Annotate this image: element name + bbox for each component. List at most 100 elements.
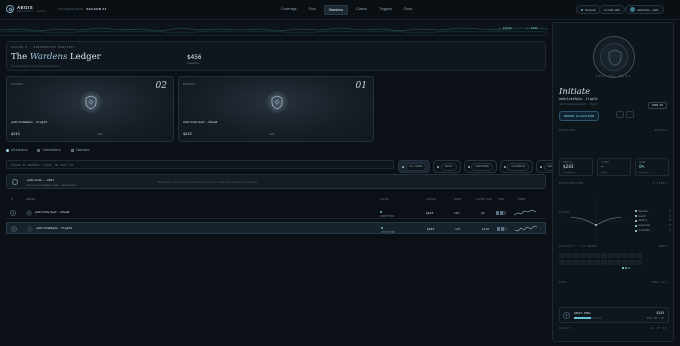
status-dot-icon	[380, 211, 382, 213]
ticker-value: + $2946	[499, 26, 512, 30]
kpi-share: SHARE 0% of reserve	[635, 158, 669, 176]
nav-docs[interactable]: Docs	[400, 5, 416, 15]
share-icon[interactable]	[626, 111, 634, 118]
col-claims-paid[interactable]: CLAIMS PAID	[476, 198, 492, 201]
table-row-selected[interactable]: 2 addr1x4e9q2x..tlqp7d — CERTIFIED $243 …	[6, 222, 546, 234]
section-vaults: VAULTS	[559, 327, 572, 330]
your-position-banner[interactable]: addr1x4e...e9d1 Not yet on the Warden Le…	[6, 174, 546, 189]
table-row[interactable]: 1 addr1x9vrpaf..k5wo0 — CERTIFIED $413 1…	[6, 207, 546, 219]
row-address: addr1x4e9q2x..tlqp7d	[36, 226, 73, 230]
tier-bars-icon	[497, 226, 507, 231]
nav-wardens[interactable]: Wardens	[323, 5, 349, 15]
ticker-value: + $48k	[527, 26, 538, 30]
nav-claims[interactable]: Claims	[352, 5, 371, 15]
emblem-caption: SEA TO REST	[595, 74, 633, 78]
section-activity-right[interactable]: WEEK	[659, 245, 667, 248]
filter-dot-icon	[467, 165, 470, 168]
tab-claimants[interactable]: Claimants	[70, 148, 90, 152]
trend-sparkline	[514, 209, 536, 216]
banner-hint: Add liquidity to the reserve pool to bec…	[157, 181, 259, 184]
balance-pill[interactable]: 10,000 AEG	[599, 5, 626, 14]
row-sub: —	[36, 230, 39, 233]
row-expand-chevron-icon[interactable]: ›	[540, 226, 541, 230]
col-trend: TREND	[518, 198, 526, 201]
distribution-chart	[563, 197, 629, 245]
hero-eyebrow: SEASON 2 · UNDERWRITER RANKINGS	[11, 46, 75, 49]
col-capital[interactable]: CAPITAL	[426, 198, 436, 201]
col-tier: TIER	[498, 198, 504, 201]
row-rank: 1	[10, 210, 16, 216]
row-sub: —	[35, 214, 38, 217]
filter-dot-icon	[437, 165, 440, 168]
rank-badge: RANK #2	[648, 102, 667, 109]
network-dot-icon	[581, 8, 583, 11]
user-icon	[12, 179, 18, 185]
filter-all-tiers[interactable]: ALL TIERS	[398, 160, 431, 173]
col-status[interactable]: STATUS	[380, 198, 389, 201]
copy-icon[interactable]	[616, 111, 624, 118]
section-position: POSITION	[559, 129, 576, 132]
brand-sub: PROTOCOL · VAULT	[17, 10, 46, 13]
card-address: addr1x4e9q2x..tlqp7d	[11, 120, 48, 124]
status-badge: CERTIFIED	[381, 227, 395, 234]
activity-heatmap	[559, 253, 642, 269]
card-label: WARDEN	[183, 83, 196, 86]
tab-underwriters[interactable]: Underwriters	[37, 148, 61, 152]
col-warden[interactable]: WARDEN	[26, 198, 35, 201]
filter-dot-icon	[503, 165, 506, 168]
card-share: 12%	[269, 132, 275, 136]
emblem-ring	[600, 43, 628, 71]
chart-point-label: Initiate	[559, 211, 570, 214]
banner-meta: Not yet on the Warden Ledger · allocate …	[27, 184, 77, 187]
tab-dot-icon	[70, 148, 74, 152]
pool-name: AEGIS POOL	[574, 311, 591, 315]
warden-detail-panel: SEA TO REST Initiate addr1x4e9q2x..tlqp7…	[552, 22, 674, 342]
row-share: 12%	[454, 211, 460, 215]
card-rank: 02	[155, 81, 167, 91]
pool-item[interactable]: A AEGIS POOL $243 POOL FEE 1.2%	[559, 307, 669, 323]
network-pill[interactable]: Network	[576, 5, 602, 14]
pool-progress	[574, 317, 602, 319]
activity-ticker: + $2946 + $48k	[0, 22, 548, 36]
warden-podium-card[interactable]: WARDEN 02 addr1x4e9q2x..tlqp7d $243 12%	[6, 76, 174, 142]
row-claims-paid: $0	[481, 211, 485, 215]
pool-fee: POOL FEE 1.2%	[646, 317, 664, 320]
wallet-button[interactable]: addr1a4e...e9d1	[625, 5, 664, 14]
season-indicator: GOVERNANCE SEASON 01	[58, 7, 107, 11]
status-badge: CERTIFIED	[380, 211, 394, 218]
nav-coverage[interactable]: Coverage	[277, 5, 301, 15]
table-header: # WARDEN STATUS CAPITAL SHARE CLAIMS PAI…	[6, 198, 546, 204]
row-address: addr1x9vrpaf..k5wo0	[35, 210, 70, 214]
col-rank: #	[11, 198, 13, 201]
wallet-avatar	[630, 7, 635, 12]
pool-icon: A	[563, 312, 570, 319]
detail-address: addr1x4e9q2x..tlqp7d	[559, 97, 598, 101]
legend-item: Initiate 1	[635, 228, 675, 233]
card-address: addr1x9vrpaf..k5wo0	[183, 120, 218, 124]
avatar	[27, 226, 33, 232]
section-distribution-right: 5 TIERS	[652, 182, 667, 185]
brand[interactable]: AEGIS PROTOCOL · VAULT	[6, 5, 46, 13]
filter-dot-icon	[402, 165, 404, 168]
tab-dot-icon	[6, 148, 9, 152]
nav-pool[interactable]: Pool	[305, 5, 320, 15]
card-capital: $413	[183, 132, 192, 136]
filter-guardian[interactable]: GUARDIAN	[499, 160, 533, 173]
section-activity: ACTIVITY · 12 WEEKS	[559, 245, 598, 248]
shield-emblem-icon	[266, 91, 288, 113]
search-input[interactable]: SEARCH BY ADDRESS, STAKE, OR VAULT ID	[6, 160, 394, 169]
filter-dot-icon	[540, 165, 542, 168]
warden-podium-card[interactable]: WARDEN 01 addr1x9vrpaf..k5wo0 $413 12%	[178, 76, 374, 142]
tier-title: Initiate	[559, 87, 591, 97]
filter-certified[interactable]: CERTIFIED	[463, 160, 497, 173]
ticker-sparkline	[0, 27, 548, 34]
filter-basic[interactable]: BASIC	[433, 160, 461, 173]
col-share[interactable]: SHARE	[454, 198, 461, 201]
view-all-pools-link[interactable]: VIEW ALL	[651, 281, 667, 284]
tab-all-wardens[interactable]: All wardens	[6, 148, 27, 152]
vault-count: 26 OF 26	[650, 327, 667, 330]
nav-triggers[interactable]: Triggers	[375, 5, 396, 15]
legend-swatch-icon	[635, 219, 637, 222]
mirror-allocations-button[interactable]: MIRROR ALLOCATIONS	[559, 111, 600, 121]
section-position-right[interactable]: SEASON	[655, 129, 667, 132]
